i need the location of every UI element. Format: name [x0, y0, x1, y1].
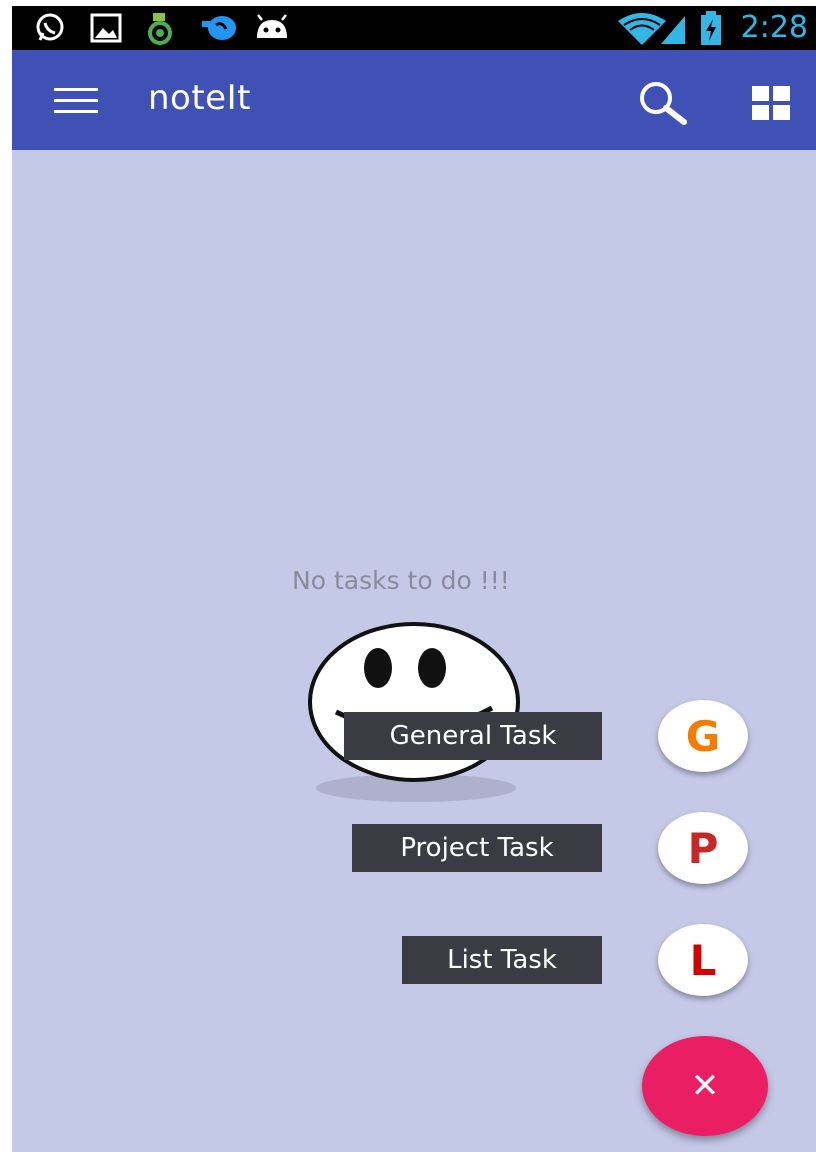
android-battery-app-icon: [144, 12, 176, 45]
search-icon[interactable]: [638, 80, 688, 126]
list-task-letter-icon: L: [689, 935, 717, 985]
signal-icon: [658, 12, 688, 44]
phone-screen: 2:28 noteIt No tasks to do !!! General T…: [12, 6, 816, 1152]
app-notification-icon: [198, 12, 238, 44]
list-task-button[interactable]: L: [658, 924, 748, 996]
empty-state-message: No tasks to do !!!: [292, 566, 510, 595]
close-fab-button[interactable]: ✕: [642, 1036, 768, 1136]
close-icon: ✕: [690, 1066, 720, 1106]
status-bar: 2:28: [12, 6, 816, 50]
general-task-letter-icon: G: [685, 711, 721, 761]
app-title: noteIt: [148, 78, 251, 118]
app-bar: noteIt: [12, 50, 816, 150]
whatsapp-icon: [34, 12, 66, 44]
project-task-letter-icon: P: [687, 823, 719, 873]
project-task-label[interactable]: Project Task: [352, 824, 602, 872]
hamburger-menu-icon[interactable]: [54, 86, 98, 116]
general-task-label[interactable]: General Task: [344, 712, 602, 760]
battery-charging-icon: [700, 11, 722, 45]
general-task-button[interactable]: G: [658, 700, 748, 772]
grid-view-icon[interactable]: [752, 86, 790, 120]
gallery-icon: [90, 12, 122, 44]
project-task-button[interactable]: P: [658, 812, 748, 884]
status-time: 2:28: [740, 10, 808, 45]
android-debug-icon: [252, 12, 292, 44]
list-task-label[interactable]: List Task: [402, 936, 602, 984]
